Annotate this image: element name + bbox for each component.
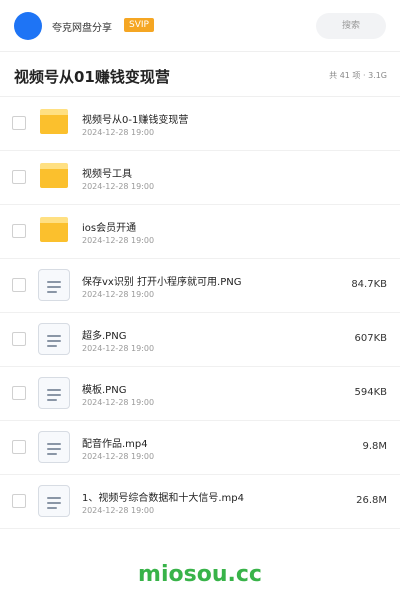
list-item[interactable]: ios会员开通 2024-12-28 19:00 xyxy=(0,205,400,259)
list-item[interactable]: 1、视频号综合数据和十大信号.mp4 2024-12-28 19:00 26.8… xyxy=(0,475,400,529)
row-checkbox[interactable] xyxy=(12,332,26,346)
file-date: 2024-12-28 19:00 xyxy=(82,398,155,407)
folder-icon xyxy=(40,109,68,134)
file-date: 2024-12-28 19:00 xyxy=(82,290,155,299)
list-item[interactable]: 超多.PNG 2024-12-28 19:00 607KB xyxy=(0,313,400,367)
list-item[interactable]: 视频号工具 2024-12-28 19:00 xyxy=(0,151,400,205)
file-name[interactable]: 视频号从0-1赚钱变现营 xyxy=(82,111,188,126)
item-summary: 共 41 项 · 3.1G xyxy=(329,71,387,80)
row-checkbox[interactable] xyxy=(12,224,26,238)
file-date: 2024-12-28 19:00 xyxy=(82,506,155,515)
file-date: 2024-12-28 19:00 xyxy=(82,344,155,353)
document-icon xyxy=(38,431,70,463)
file-name[interactable]: 保存vx识别 打开小程序就可用.PNG xyxy=(82,273,241,288)
list-item[interactable]: 保存vx识别 打开小程序就可用.PNG 2024-12-28 19:00 84.… xyxy=(0,259,400,313)
avatar[interactable] xyxy=(14,12,42,40)
file-date: 2024-12-28 19:00 xyxy=(82,452,155,461)
watermark: miosou.cc xyxy=(138,562,262,587)
row-checkbox[interactable] xyxy=(12,494,26,508)
user-name[interactable]: 夸克网盘分享 xyxy=(52,19,112,34)
file-date: 2024-12-28 19:00 xyxy=(82,128,155,137)
row-checkbox[interactable] xyxy=(12,440,26,454)
file-name[interactable]: 配音作品.mp4 xyxy=(82,435,148,450)
list-item[interactable]: 配音作品.mp4 2024-12-28 19:00 9.8M xyxy=(0,421,400,475)
file-list: 视频号从0-1赚钱变现营 2024-12-28 19:00 视频号工具 2024… xyxy=(0,97,400,529)
file-size: 26.8M xyxy=(356,495,387,506)
file-name[interactable]: 1、视频号综合数据和十大信号.mp4 xyxy=(82,489,244,504)
document-icon xyxy=(38,323,70,355)
file-date: 2024-12-28 19:00 xyxy=(82,182,155,191)
list-item[interactable]: 视频号从0-1赚钱变现营 2024-12-28 19:00 xyxy=(0,97,400,151)
page-title: 视频号从01赚钱变现营 xyxy=(14,68,170,86)
file-size: 607KB xyxy=(354,333,387,344)
svip-badge: SVIP xyxy=(124,18,154,32)
header: 夸克网盘分享 SVIP 搜索 xyxy=(0,0,400,52)
document-icon xyxy=(38,377,70,409)
folder-icon xyxy=(40,163,68,188)
file-name[interactable]: 视频号工具 xyxy=(82,165,132,180)
document-icon xyxy=(38,485,70,517)
file-size: 84.7KB xyxy=(351,279,387,290)
file-name[interactable]: 模板.PNG xyxy=(82,381,126,396)
file-date: 2024-12-28 19:00 xyxy=(82,236,155,245)
title-bar: 视频号从01赚钱变现营 共 41 项 · 3.1G xyxy=(0,52,400,97)
row-checkbox[interactable] xyxy=(12,116,26,130)
file-size: 9.8M xyxy=(362,441,387,452)
row-checkbox[interactable] xyxy=(12,386,26,400)
file-name[interactable]: ios会员开通 xyxy=(82,219,136,234)
document-icon xyxy=(38,269,70,301)
row-checkbox[interactable] xyxy=(12,170,26,184)
search-input[interactable]: 搜索 xyxy=(316,13,386,39)
file-name[interactable]: 超多.PNG xyxy=(82,327,126,342)
list-item[interactable]: 模板.PNG 2024-12-28 19:00 594KB xyxy=(0,367,400,421)
row-checkbox[interactable] xyxy=(12,278,26,292)
file-size: 594KB xyxy=(354,387,387,398)
folder-icon xyxy=(40,217,68,242)
